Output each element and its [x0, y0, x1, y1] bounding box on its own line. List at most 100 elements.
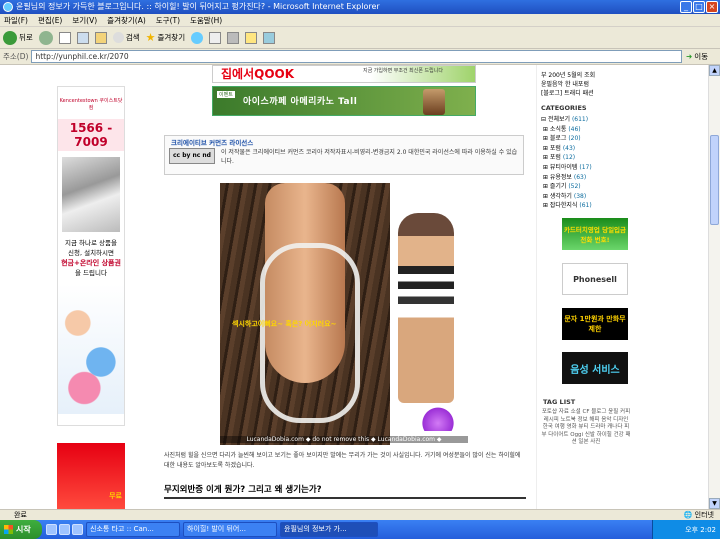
left-ad-banner[interactable]: Kencentestown 쿠이스트닷컴 1566 - 7009 지금 하나로 …	[57, 86, 125, 426]
category-item[interactable]: ⊞ 생각하기 (38)	[541, 192, 630, 202]
category-count: (20)	[568, 135, 581, 143]
maximize-button[interactable]: □	[693, 1, 705, 13]
window-titlebar[interactable]: 윤필님의 정보가 가득한 블로그입니다. :: 하이힐! 발이 뒤어지고 펑가진…	[0, 0, 720, 14]
folder-icon[interactable]	[245, 31, 258, 44]
post-body: 사진처럼 힐을 신으면 다리가 늘씬해 보이고 보기는 좋아 보이지만 발에는 …	[164, 452, 521, 469]
post-content: 집에서QOOK 지금 가입하면 무조건 최신폰 드립니다 이벤트 아이스까페 아…	[150, 65, 530, 509]
forward-arrow-icon[interactable]	[38, 30, 53, 45]
ad-brand: Kencentestown 쿠이스트닷컴	[59, 98, 123, 111]
refresh-icon[interactable]	[76, 31, 89, 44]
mail-icon[interactable]	[209, 31, 222, 44]
category-count: (43)	[562, 144, 576, 152]
go-label: 이동	[694, 52, 709, 61]
category-item[interactable]: ⊟ 전체보기 (611)	[541, 115, 630, 125]
messenger-icon[interactable]	[263, 31, 276, 44]
qook-banner-sub: 지금 가입하면 무조건 최신폰 드립니다	[363, 68, 443, 74]
search-button[interactable]: 검색	[112, 32, 140, 43]
minimize-button[interactable]: _	[680, 1, 692, 13]
vertical-scrollbar[interactable]: ▲ ▼	[708, 65, 720, 509]
print-icon[interactable]	[227, 31, 240, 44]
favorites-button[interactable]: ★ 즐겨찾기	[146, 31, 185, 44]
quicklaunch-media-icon[interactable]	[72, 524, 83, 535]
scroll-up-icon[interactable]: ▲	[709, 65, 720, 76]
back-button[interactable]: 뒤로	[3, 30, 33, 45]
menu-help[interactable]: 도움말(H)	[190, 14, 222, 26]
scroll-down-icon[interactable]: ▼	[709, 498, 720, 509]
status-text: 완료	[14, 511, 27, 519]
category-label: 잡다한지식	[549, 202, 578, 210]
category-count: (46)	[568, 125, 581, 133]
favorites-label: 즐겨찾기	[157, 33, 186, 42]
recent-post[interactable]: 부 200년 5월의 조회	[541, 71, 630, 80]
address-bar: 주소(D) http://yunphil.ce.kr/2070 ➜ 이동	[0, 49, 720, 65]
address-input[interactable]: http://yunphil.ce.kr/2070	[31, 50, 682, 63]
menu-view[interactable]: 보기(V)	[72, 14, 97, 26]
category-item[interactable]: ⊞ 포럼 (43)	[541, 144, 630, 154]
cc-heading[interactable]: 크리에이티브 커먼즈 라이선스	[171, 137, 253, 147]
system-tray: 오후 2:02	[652, 520, 720, 539]
taskbar-item-active[interactable]: 윤필님의 정보가 가...	[280, 522, 378, 537]
taskbar-item[interactable]: 신소통 타고 :: Can...	[86, 522, 180, 537]
category-count: (52)	[568, 183, 581, 191]
menu-file[interactable]: 파일(F)	[4, 14, 28, 26]
star-icon: ★	[145, 31, 156, 44]
category-label: 유용정보	[549, 173, 572, 181]
category-item[interactable]: ⊞ 뷰티아이템 (17)	[541, 163, 630, 173]
category-item[interactable]: ⊞ 잡다한지식 (61)	[541, 201, 630, 211]
scroll-thumb[interactable]	[710, 135, 719, 225]
cafe-banner[interactable]: 이벤트 아이스까페 아메리카노 Tall	[212, 86, 476, 116]
category-label: 뷰티아이템	[549, 163, 578, 171]
quick-launch	[46, 524, 83, 535]
post-photo: 섹시하고이뻐요~ 혹은? 어지러요~ LucandaDobia.com ◆ do…	[220, 183, 468, 445]
category-label: 전체보기	[547, 116, 571, 123]
left-ad-red[interactable]: 무료	[57, 443, 125, 509]
clock[interactable]: 오후 2:02	[685, 525, 716, 535]
cc-badge[interactable]: cc by nc nd	[169, 148, 215, 164]
sidebar-ad-card[interactable]: 카드터치영업 당일입금 전화 번호!	[562, 218, 628, 250]
recent-posts: 부 200년 5월의 조회 윤필음악 한 내포럼 [블로그] 트래디 패션	[537, 65, 634, 98]
cc-description: 이 저작물은 크리에이티브 커먼즈 코리아 저작자표시-비영리-변경금지 2.0…	[221, 149, 518, 165]
menu-favorites[interactable]: 즐겨찾기(A)	[107, 14, 146, 26]
category-label: 소식통	[549, 125, 567, 133]
sidebar-ad-phonesell[interactable]: Phonesell	[562, 263, 628, 295]
photo-watermark: LucandaDobia.com ◆ do not remove this ◆ …	[220, 436, 468, 443]
home-icon[interactable]	[94, 31, 107, 44]
ie-logo-icon	[3, 2, 13, 12]
category-item[interactable]: ⊞ 포럼 (12)	[541, 153, 630, 163]
category-item[interactable]: ⊞ 유용정보 (63)	[541, 173, 630, 183]
quicklaunch-desktop-icon[interactable]	[46, 524, 57, 535]
recent-post[interactable]: [블로그] 트래디 패션	[541, 89, 630, 98]
go-button[interactable]: ➜ 이동	[682, 51, 720, 62]
category-item[interactable]: ⊞ 블로그 (20)	[541, 134, 630, 144]
coffee-cup-icon	[423, 89, 445, 115]
taglist-title: TAG LIST	[543, 398, 576, 406]
history-icon[interactable]	[191, 31, 204, 44]
sidebar-ad-voice[interactable]: 음성 서비스	[562, 352, 628, 384]
status-bar: 완료 🌐 인터넷	[0, 509, 720, 520]
stop-icon[interactable]	[58, 31, 71, 44]
sidebar-ad-sms[interactable]: 문자 1만원과 만화무제한	[562, 308, 628, 340]
category-item[interactable]: ⊞ 즐기기 (52)	[541, 182, 630, 192]
tag-cloud[interactable]: 포토샵 자료 소셜 CF 블로그 윤필 커피 레시피 노트북 정보 해피 음악 …	[539, 409, 633, 447]
window-controls: _ □ ×	[680, 1, 718, 13]
ad-stairs-image	[62, 157, 120, 232]
category-label: 생각하기	[549, 192, 572, 200]
ad-line-2: 신청, 설치하시면	[68, 249, 114, 257]
start-button[interactable]: 시작	[0, 520, 42, 539]
recent-post[interactable]: 윤필음악 한 내포럼	[541, 80, 630, 89]
zone-label: 인터넷	[694, 511, 714, 519]
close-button[interactable]: ×	[706, 1, 718, 13]
taskbar-item[interactable]: 하이힐! 발이 뒤어...	[183, 522, 277, 537]
category-item[interactable]: ⊞ 소식통 (46)	[541, 125, 630, 135]
menu-tools[interactable]: 도구(T)	[156, 14, 180, 26]
page-viewport: Kencentestown 쿠이스트닷컴 1566 - 7009 지금 하나로 …	[0, 65, 708, 509]
quicklaunch-ie-icon[interactable]	[59, 524, 70, 535]
qook-banner[interactable]: 집에서QOOK 지금 가입하면 무조건 최신폰 드립니다	[212, 65, 476, 83]
category-label: 블로그	[549, 135, 567, 143]
categories-title: CATEGORIES	[541, 104, 587, 112]
menu-edit[interactable]: 편집(E)	[38, 14, 62, 26]
ad-phone: 1566 - 7009	[58, 119, 124, 151]
back-arrow-icon	[3, 30, 17, 45]
left-ad-red-text: 무료	[109, 492, 122, 500]
photo-model	[398, 213, 454, 403]
